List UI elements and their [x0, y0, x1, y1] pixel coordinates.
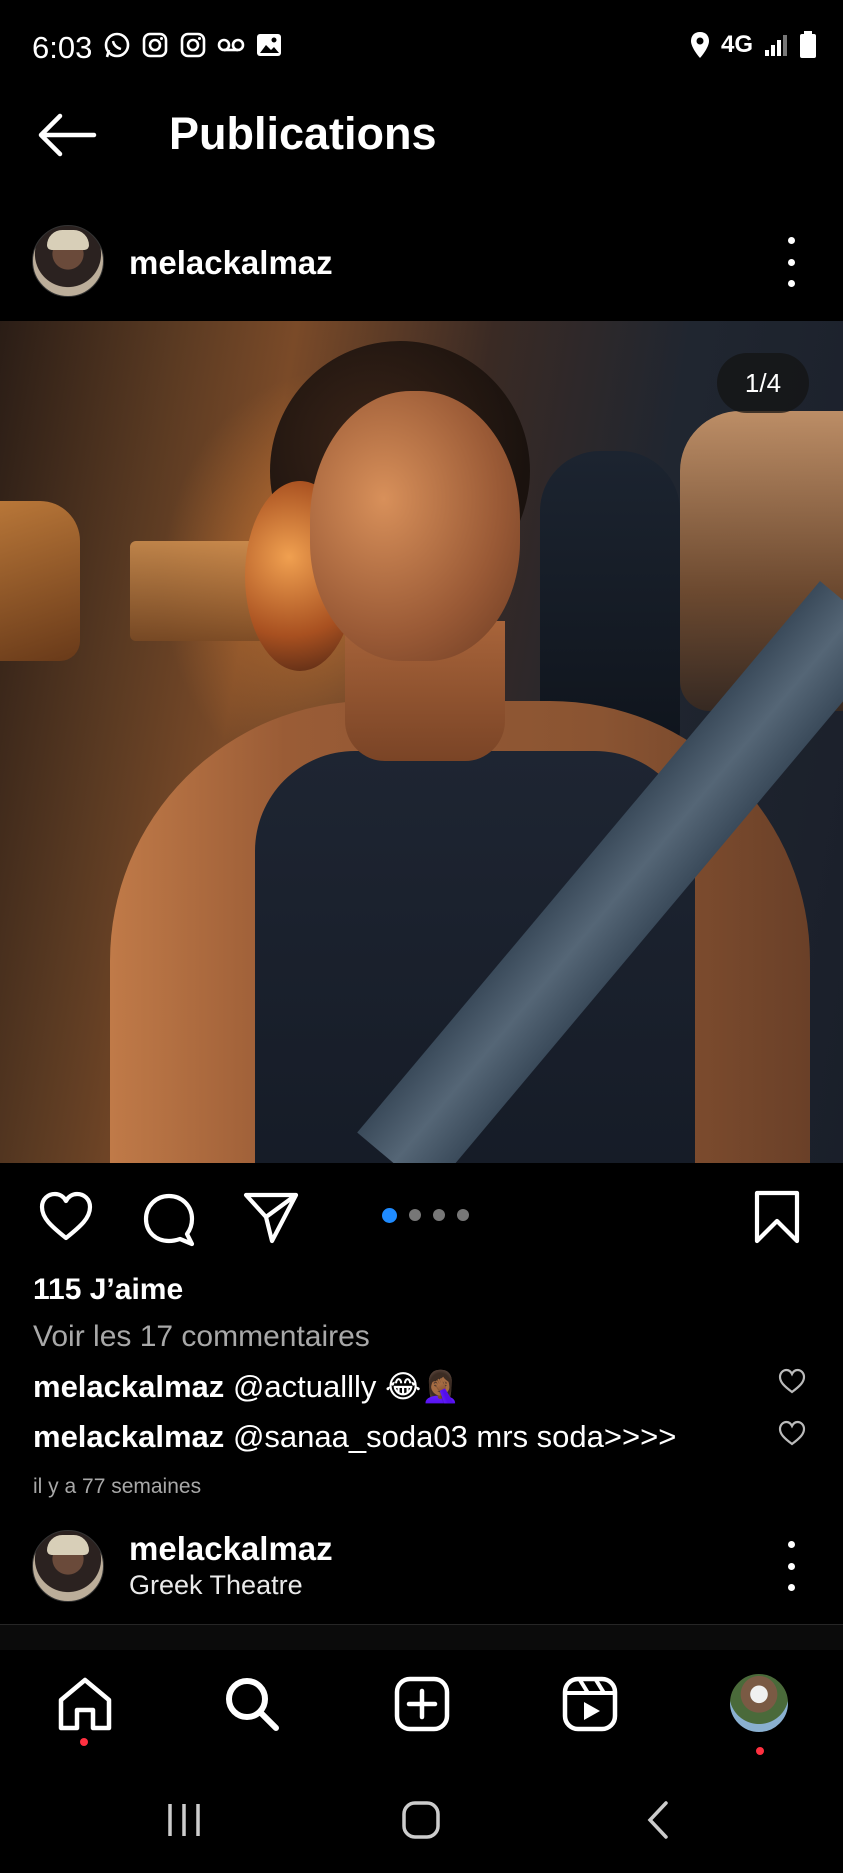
instagram-icon — [142, 32, 168, 58]
post-more-options-button[interactable] — [781, 237, 801, 287]
system-status-icons: 4G — [689, 30, 817, 60]
reels-icon[interactable] — [560, 1674, 620, 1734]
carousel-indicator — [382, 1208, 469, 1223]
instagram-icon — [180, 32, 206, 58]
location-icon — [690, 32, 709, 58]
post-more-options-button[interactable] — [781, 1541, 801, 1591]
status-bar: 6:03 4G — [0, 0, 843, 96]
back-arrow-icon[interactable] — [36, 110, 98, 160]
dot-icon — [787, 237, 795, 244]
like-count[interactable]: 115 J’aime — [33, 1273, 183, 1307]
share-send-icon[interactable] — [242, 1188, 300, 1246]
dot-icon — [787, 258, 795, 266]
profile-notification-dot — [756, 1747, 764, 1755]
dot-icon — [787, 1541, 795, 1548]
battery-icon — [800, 31, 816, 58]
comment-item: melackalmaz @actuallly 😂🤦🏾‍♀️ — [33, 1368, 460, 1405]
comment-item: melackalmaz @sanaa_soda03 mrs soda>>>> — [33, 1419, 676, 1455]
home-notification-dot — [80, 1738, 88, 1746]
avatar[interactable] — [32, 1530, 104, 1602]
home-button-icon[interactable] — [400, 1799, 442, 1841]
post-username[interactable]: melackalmaz — [129, 244, 333, 282]
voicemail-icon — [217, 38, 245, 52]
post-photo[interactable]: 1/4 — [0, 321, 843, 1163]
recent-apps-icon[interactable] — [164, 1800, 204, 1840]
dot-icon — [787, 1562, 795, 1570]
whatsapp-icon — [104, 32, 130, 58]
post-location[interactable]: Greek Theatre — [129, 1570, 303, 1601]
comment-username[interactable]: melackalmaz — [33, 1419, 224, 1454]
bottom-navigation — [0, 1650, 843, 1770]
carousel-dot-active — [382, 1208, 397, 1223]
dot-icon — [787, 280, 795, 287]
profile-avatar[interactable] — [728, 1672, 790, 1734]
carousel-dot — [433, 1209, 445, 1221]
carousel-dot — [409, 1209, 421, 1221]
view-comments-link[interactable]: Voir les 17 commentaires — [33, 1320, 370, 1354]
comment-text: @actuallly 😂🤦🏾‍♀️ — [232, 1369, 460, 1404]
system-back-icon[interactable] — [638, 1799, 678, 1841]
search-icon[interactable] — [222, 1674, 282, 1734]
comment-like-heart-icon[interactable] — [777, 1367, 807, 1395]
comment-like-heart-icon[interactable] — [777, 1419, 807, 1447]
gallery-icon — [257, 34, 281, 56]
network-4g-icon: 4G — [720, 31, 753, 58]
comment-text: @sanaa_soda03 mrs soda>>>> — [232, 1419, 677, 1454]
post-timestamp: il y a 77 semaines — [33, 1475, 202, 1498]
signal-icon — [765, 35, 787, 56]
dot-icon — [787, 1584, 795, 1591]
system-navigation-bar — [0, 1770, 843, 1873]
carousel-counter: 1/4 — [717, 353, 809, 413]
bookmark-save-icon[interactable] — [748, 1188, 806, 1246]
post-username[interactable]: melackalmaz — [129, 1530, 333, 1568]
status-time: 6:03 — [32, 30, 93, 65]
notification-icons — [102, 30, 284, 60]
page-title: Publications — [169, 108, 437, 159]
create-post-icon[interactable] — [392, 1674, 452, 1734]
like-heart-icon[interactable] — [37, 1188, 95, 1246]
home-icon[interactable] — [55, 1674, 115, 1734]
avatar[interactable] — [32, 225, 104, 297]
comment-icon[interactable] — [140, 1190, 198, 1248]
comment-username[interactable]: melackalmaz — [33, 1369, 224, 1404]
carousel-dot — [457, 1209, 469, 1221]
